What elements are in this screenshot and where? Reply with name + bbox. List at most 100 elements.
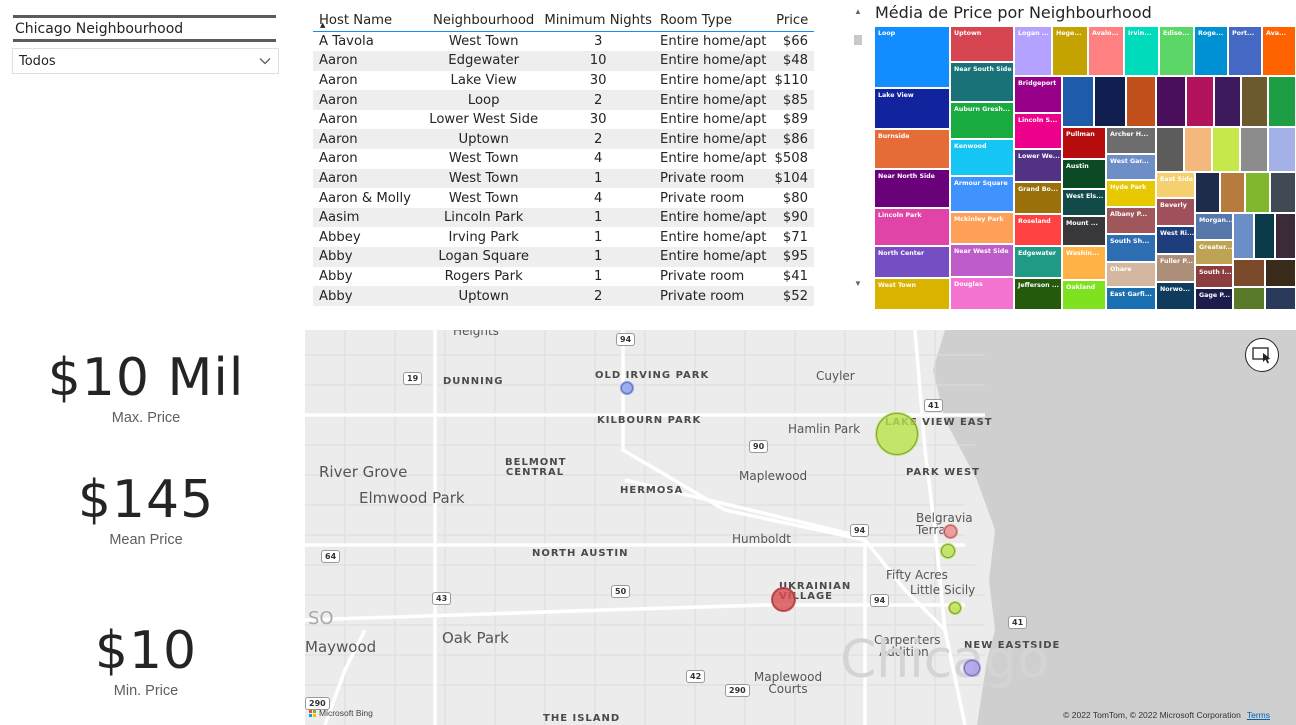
treemap-cell[interactable]: West Gar... [1106,154,1156,180]
treemap-cell[interactable]: South I... [1195,265,1233,288]
treemap-cell[interactable] [1268,127,1296,172]
map-bubble-belgravia[interactable] [943,524,958,539]
treemap-cell[interactable] [1233,213,1254,259]
treemap-cell[interactable]: West Els... [1062,189,1106,216]
treemap-cell[interactable] [1212,127,1240,172]
treemap-cell[interactable]: Grand Bo... [1014,182,1062,214]
column-header-neighbourhood[interactable]: Neighbourhood [424,7,543,32]
map-bubble-ukrainian-village[interactable] [771,587,796,612]
treemap-cell[interactable] [1265,259,1296,287]
treemap-cell[interactable] [1265,287,1296,310]
column-header-minimum-nights[interactable]: Minimum Nights [542,7,654,32]
treemap-cell[interactable]: Ava... [1262,26,1296,76]
table-row[interactable]: Abby Logan Square 1 Entire home/apt $95 [313,247,814,267]
treemap-cell[interactable]: Near North Side [874,169,950,208]
treemap-cell[interactable] [1270,172,1296,213]
treemap-cell[interactable]: East Garfi... [1106,287,1156,310]
column-header-host-name[interactable]: Host Name ▲ [313,7,425,32]
treemap-scrollbar[interactable]: ▲ ▼ [853,7,863,297]
treemap-cell[interactable]: Washin... [1062,246,1106,280]
treemap-cell[interactable] [1126,76,1156,127]
treemap-cell[interactable]: Avalo... [1088,26,1124,76]
treemap-cell[interactable]: West Ri... [1156,226,1195,254]
treemap-cell[interactable]: Hyde Park [1106,180,1156,207]
treemap-cell[interactable]: Lincoln S... [1014,113,1062,149]
column-header-room-type[interactable]: Room Type [654,7,771,32]
table-row[interactable]: Aasim Lincoln Park 1 Entire home/apt $90 [313,207,814,228]
treemap-cell[interactable] [1233,287,1265,310]
treemap-cell[interactable] [1241,76,1268,127]
treemap-cell[interactable] [1195,172,1220,213]
treemap-cell[interactable] [1094,76,1126,127]
treemap-cell[interactable] [1214,76,1241,127]
treemap-cell[interactable] [1245,172,1270,213]
treemap-cell[interactable]: Oakland [1062,280,1106,310]
treemap-cell[interactable] [1156,127,1184,172]
treemap-cell[interactable] [1186,76,1214,127]
treemap-cell[interactable]: Lower We... [1014,149,1062,182]
treemap-cell[interactable]: Mount ... [1062,216,1106,246]
treemap-cell[interactable]: Norwo... [1156,282,1195,310]
table-row[interactable]: Aaron West Town 1 Private room $104 [313,168,814,189]
treemap-cell[interactable] [1184,127,1212,172]
map-bubble-little-sicily[interactable] [948,601,962,615]
treemap-cell[interactable]: Kenwood [950,139,1014,176]
treemap-cell[interactable]: Morgan... [1195,213,1233,240]
focus-mode-button[interactable] [1245,338,1279,372]
treemap-cell[interactable] [1233,259,1265,287]
treemap-cell[interactable]: Burnside [874,129,950,169]
table-row[interactable]: Aaron Loop 2 Entire home/apt $85 [313,90,814,110]
table-row[interactable]: A Tavola West Town 3 Entire home/apt $66 [313,31,814,51]
treemap-cell[interactable]: Logan ... [1014,26,1052,76]
table-row[interactable]: Abbey Irving Park 1 Entire home/apt $71 [313,227,814,247]
table-row[interactable]: Aaron West Town 4 Entire home/apt $508 [313,149,814,169]
map-bubble-old-irving-park[interactable] [620,381,634,395]
treemap-cell[interactable] [1220,172,1245,213]
treemap-cell[interactable]: Loop [874,26,950,88]
treemap-cell[interactable]: North Center [874,246,950,278]
treemap-cell[interactable]: Douglas [950,277,1014,310]
treemap-cell[interactable]: Lincoln Park [874,208,950,246]
treemap-cell[interactable]: Fuller P... [1156,254,1195,282]
treemap-cell[interactable]: Ohare [1106,262,1156,287]
treemap-cell[interactable]: Port... [1228,26,1262,76]
treemap-cell[interactable]: Armour Square [950,176,1014,212]
map-bubble-near-belgravia[interactable] [940,543,956,559]
table-row[interactable]: Aaron Uptown 2 Entire home/apt $86 [313,129,814,150]
table-row[interactable]: Abby Uptown 2 Private room $52 [313,286,814,306]
table-row[interactable]: Aaron Edgewater 10 Entire home/apt $48 [313,51,814,71]
treemap-cell[interactable]: Greater... [1195,240,1233,265]
table-row[interactable]: Aaron & Molly West Town 4 Private room $80 [313,188,814,208]
treemap-cell[interactable]: Albany P... [1106,207,1156,234]
map-bubble-new-eastside[interactable] [963,659,981,677]
column-header-price[interactable]: Price [770,7,814,32]
treemap-cell[interactable]: Uptown [950,26,1014,62]
treemap-cell[interactable]: Edgewater [1014,246,1062,278]
scrollbar-thumb[interactable] [854,35,862,45]
treemap-cell[interactable]: Gage P... [1195,288,1233,310]
treemap-cell[interactable]: East Side [1156,172,1195,198]
treemap-cell[interactable] [1254,213,1275,259]
treemap-cell[interactable]: Irvin... [1124,26,1159,76]
chicago-map[interactable]: Heights DUNNING OLD IRVING PARK Cuyler K… [305,330,1296,725]
treemap-cell[interactable] [1156,76,1186,127]
scroll-down-icon[interactable]: ▼ [854,279,862,288]
treemap-cell[interactable]: Roge... [1194,26,1228,76]
treemap-cell[interactable] [1268,76,1296,127]
treemap-cell[interactable]: Austin [1062,159,1106,189]
treemap-cell[interactable]: Roseland [1014,214,1062,246]
treemap-cell[interactable]: Near South Side [950,62,1014,102]
terms-link[interactable]: Terms [1247,710,1270,720]
table-row[interactable]: Abby Rogers Park 1 Private room $41 [313,267,814,287]
treemap-cell[interactable]: Pullman [1062,127,1106,159]
table-row[interactable]: Aaron Lake View 30 Entire home/apt $110 [313,71,814,91]
treemap-cell[interactable]: Archer H... [1106,127,1156,154]
treemap-cell[interactable]: Lake View [874,88,950,129]
treemap-cell[interactable]: Hege... [1052,26,1088,76]
treemap-cell[interactable]: Jefferson ... [1014,278,1062,310]
table-row[interactable]: Aaron Lower West Side 30 Entire home/apt $89 [313,110,814,130]
slicer-dropdown[interactable]: Todos [12,48,279,74]
treemap-cell[interactable] [1275,213,1296,259]
treemap-cell[interactable]: West Town [874,278,950,310]
map-bubble-lake-view-east[interactable] [875,412,919,456]
